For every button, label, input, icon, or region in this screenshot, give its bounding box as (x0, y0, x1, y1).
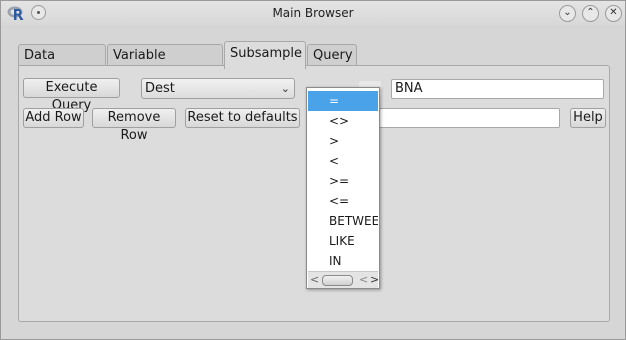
operator-option-like[interactable]: LIKE (308, 231, 378, 251)
scrollbar-thumb[interactable] (322, 275, 353, 286)
operator-option-le[interactable]: <= (308, 191, 378, 211)
query-value-text: BNA (395, 81, 423, 96)
horizontal-scrollbar[interactable]: < < > (308, 271, 379, 288)
main-browser-window: Main Browser ⌄ ⌃ ✕ Data Viewer Variable … (0, 0, 626, 340)
operator-option-gt[interactable]: > (308, 131, 378, 151)
secondary-value-input[interactable] (379, 108, 560, 128)
tab-data-viewer[interactable]: Data Viewer (18, 44, 106, 84)
help-button[interactable]: Help (570, 108, 606, 128)
window-title: Main Browser (272, 6, 354, 20)
reset-to-defaults-button[interactable]: Reset to defaults (185, 108, 300, 128)
operator-option-ge[interactable]: >= (308, 171, 378, 191)
operator-dropdown-list: = <> > < >= <= BETWEEN LIKE IN < < > (306, 87, 380, 289)
operator-option-between[interactable]: BETWEEN (308, 211, 378, 231)
scroll-right-icon[interactable]: > (370, 272, 379, 288)
tab-variable-browser[interactable]: Variable Browser (107, 44, 223, 84)
operator-option-lt[interactable]: < (308, 151, 378, 171)
operator-option-eq[interactable]: = (308, 91, 378, 111)
maximize-button[interactable]: ⌃ (582, 5, 599, 22)
close-button[interactable]: ✕ (605, 5, 622, 22)
chevron-down-icon: ⌄ (280, 82, 290, 95)
remove-row-button[interactable]: Remove Row (92, 108, 176, 143)
variable-select-value: Dest (145, 81, 175, 96)
add-row-button[interactable]: Add Row (23, 108, 84, 128)
operator-option-in[interactable]: IN (308, 251, 378, 271)
operator-option-ne[interactable]: <> (308, 111, 378, 131)
variable-select[interactable]: Dest ⌄ (141, 78, 295, 99)
query-value-input[interactable]: BNA (391, 79, 604, 99)
minimize-button[interactable]: ⌄ (559, 5, 576, 22)
execute-query-button[interactable]: Execute Query (23, 78, 120, 113)
tab-subsample[interactable]: Subsample (224, 41, 306, 69)
title-bar: Main Browser ⌄ ⌃ ✕ (1, 1, 625, 25)
scroll-left-icon[interactable]: < (310, 272, 319, 288)
tab-query[interactable]: Query (307, 44, 357, 66)
scroll-left-secondary-icon[interactable]: < (359, 272, 368, 288)
